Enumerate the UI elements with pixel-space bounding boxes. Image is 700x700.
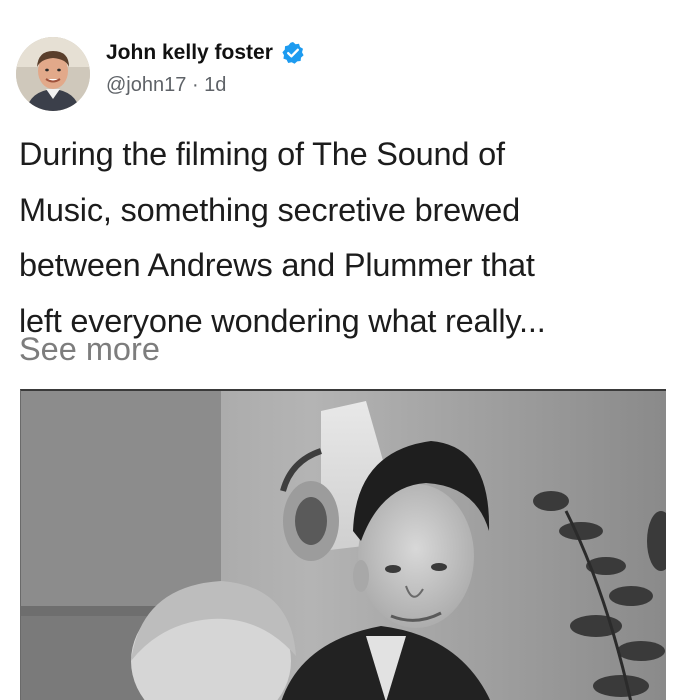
author-handle[interactable]: @john17: [106, 74, 186, 96]
author-name-row[interactable]: John kelly foster: [106, 40, 305, 66]
post-meta: @john17 · 1d: [106, 73, 226, 97]
post-body: During the filming of The Sound of Music…: [19, 127, 689, 349]
post-timestamp[interactable]: 1d: [204, 74, 226, 96]
see-more-link[interactable]: See more: [19, 322, 160, 377]
verified-badge-icon: [281, 41, 305, 65]
meta-separator: ·: [191, 74, 205, 96]
photo-illustration: [21, 391, 666, 700]
post-text-line: During the filming of The Sound of: [19, 136, 505, 172]
post-text-line: between Andrews and Plummer that: [19, 247, 535, 283]
author-name[interactable]: John kelly foster: [106, 40, 273, 66]
author-avatar[interactable]: [16, 37, 90, 111]
post-image[interactable]: [20, 389, 666, 700]
person-avatar-icon: [16, 37, 90, 111]
post-text-line: Music, something secretive brewed: [19, 191, 520, 228]
